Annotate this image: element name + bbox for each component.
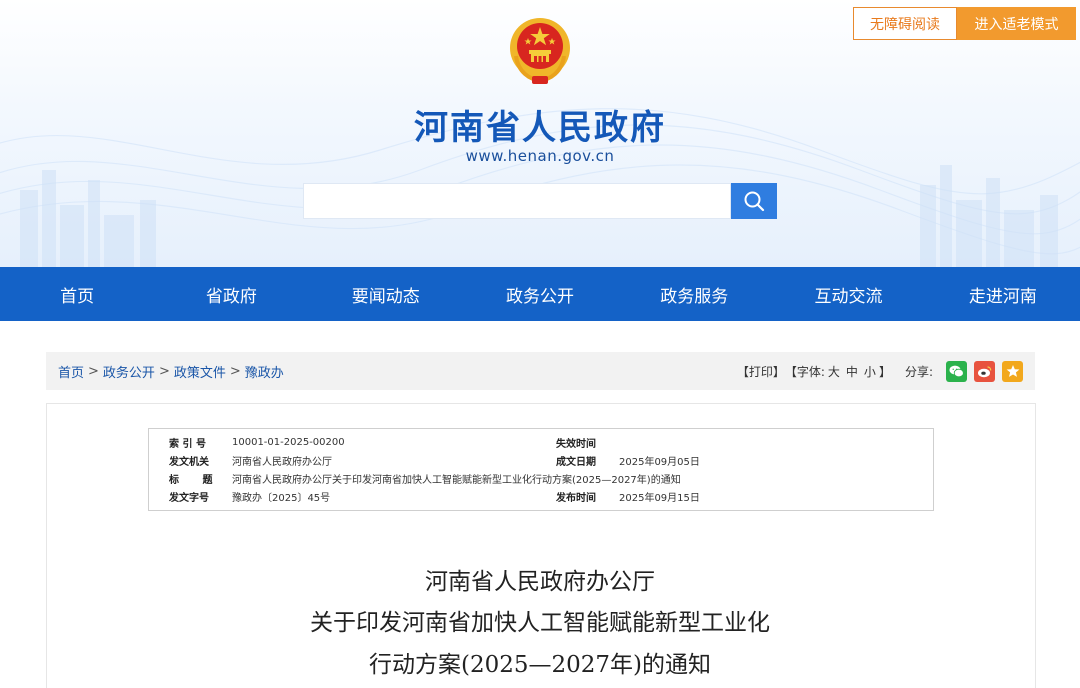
- weibo-icon[interactable]: [974, 360, 995, 382]
- font-size-prefix: 【字体:: [784, 364, 825, 379]
- favorite-icon[interactable]: [1002, 360, 1023, 382]
- site-title: 河南省人民政府: [414, 108, 666, 148]
- font-size-medium[interactable]: 中: [846, 363, 858, 380]
- index-value: 10001-01-2025-00200: [232, 436, 345, 448]
- accessible-reading-button[interactable]: 无障碍阅读: [853, 7, 957, 40]
- font-size-small[interactable]: 小: [864, 363, 876, 380]
- issuer-label: 发文机关: [169, 456, 209, 468]
- created-date-value: 2025年09月05日: [619, 456, 700, 468]
- wechat-icon[interactable]: [946, 360, 967, 382]
- breadcrumb-government-affairs[interactable]: 政务公开: [103, 362, 155, 381]
- page-tools: 【打印】 【字体: 大 中 小 】 分享:: [737, 360, 1023, 382]
- nav-item-news[interactable]: 要闻动态: [309, 267, 463, 321]
- breadcrumb-bar: 首页 > 政务公开 > 政策文件 > 豫政办 【打印】 【字体: 大 中 小 】…: [46, 352, 1035, 390]
- breadcrumb-separator: >: [158, 363, 170, 379]
- meta-row-docno: 发文字号 豫政办〔2025〕45号 发布时间 2025年09月15日: [149, 487, 933, 505]
- breadcrumb-policy-documents[interactable]: 政策文件: [174, 362, 226, 381]
- meta-row-issuer: 发文机关 河南省人民政府办公厅 成文日期 2025年09月05日: [149, 451, 933, 469]
- search-button[interactable]: [731, 183, 777, 219]
- nav-item-interaction[interactable]: 互动交流: [771, 267, 925, 321]
- nav-item-government-affairs[interactable]: 政务公开: [463, 267, 617, 321]
- font-size-suffix: 】: [878, 364, 891, 379]
- created-date-label: 成文日期: [556, 456, 596, 468]
- nav-item-government-services[interactable]: 政务服务: [617, 267, 771, 321]
- title-label: 标 题: [169, 474, 223, 486]
- search-icon: [744, 191, 765, 212]
- document-title-line-1: 河南省人民政府办公厅: [425, 569, 655, 595]
- document-meta-table: 索 引 号 10001-01-2025-00200 失效时间 发文机关 河南省人…: [148, 428, 934, 511]
- expiry-label: 失效时间: [556, 438, 596, 450]
- document-title-line-2: 关于印发河南省加快人工智能赋能新型工业化: [310, 610, 770, 636]
- title-value: 河南省人民政府办公厅关于印发河南省加快人工智能赋能新型工业化行动方案(2025—…: [232, 474, 681, 486]
- top-buttons: 无障碍阅读 进入适老模式: [853, 7, 1076, 40]
- font-size-large[interactable]: 大: [828, 363, 840, 380]
- breadcrumb-separator: >: [88, 363, 99, 379]
- meta-row-index: 索 引 号 10001-01-2025-00200 失效时间: [149, 433, 933, 451]
- breadcrumb-yuzhengban[interactable]: 豫政办: [245, 362, 284, 381]
- nav-item-home[interactable]: 首页: [0, 267, 154, 321]
- share-label: 分享:: [904, 364, 933, 379]
- elder-mode-button[interactable]: 进入适老模式: [957, 7, 1076, 40]
- document-title-line-3: 行动方案(2025—2027年)的通知: [368, 652, 711, 678]
- main-nav: 首页 省政府 要闻动态 政务公开 政务服务 互动交流 走进河南: [0, 267, 1080, 321]
- issuer-value: 河南省人民政府办公厅: [232, 456, 332, 468]
- docno-value: 豫政办〔2025〕45号: [232, 492, 331, 504]
- published-label: 发布时间: [556, 492, 596, 504]
- nav-item-provincial-government[interactable]: 省政府: [154, 267, 308, 321]
- meta-row-title: 标 题 河南省人民政府办公厅关于印发河南省加快人工智能赋能新型工业化行动方案(2…: [149, 469, 933, 487]
- print-link[interactable]: 【打印】: [737, 363, 785, 380]
- breadcrumb: 首页 > 政务公开 > 政策文件 > 豫政办: [58, 362, 284, 381]
- search-input[interactable]: [303, 183, 731, 219]
- national-emblem-icon: [510, 18, 570, 84]
- site-url: www.henan.gov.cn: [465, 147, 615, 165]
- docno-label: 发文字号: [169, 492, 209, 504]
- breadcrumb-home[interactable]: 首页: [58, 362, 84, 381]
- breadcrumb-separator: >: [229, 363, 241, 379]
- index-label: 索 引 号: [169, 438, 206, 450]
- nav-item-about-henan[interactable]: 走进河南: [926, 267, 1080, 321]
- site-header: 无障碍阅读 进入适老模式 河南省人民政府 www.henan.gov.cn: [0, 0, 1080, 267]
- published-value: 2025年09月15日: [619, 492, 700, 504]
